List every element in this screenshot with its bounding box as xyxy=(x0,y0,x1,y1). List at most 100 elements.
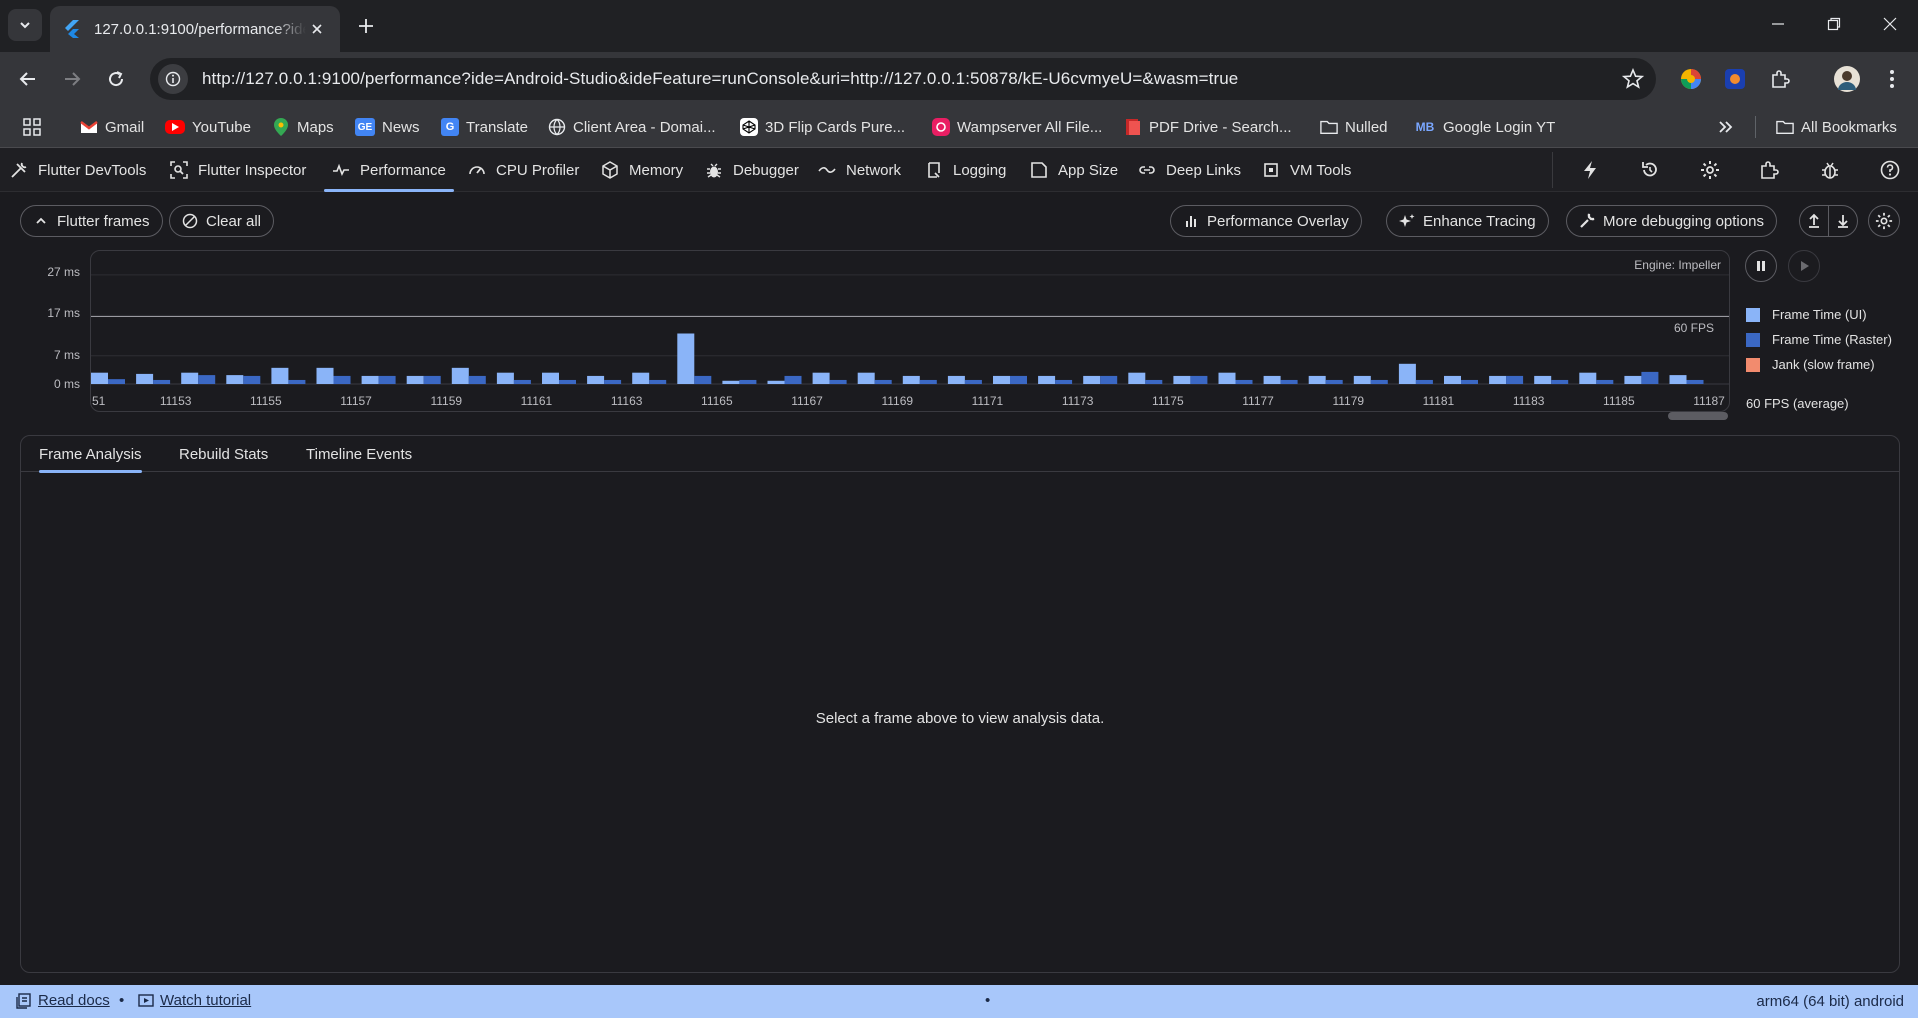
raster-frame-bar[interactable] xyxy=(1145,379,1163,384)
bookmark-folder-nulled[interactable]: Nulled xyxy=(1320,115,1388,139)
ui-frame-bar[interactable] xyxy=(1579,372,1597,384)
ui-frame-bar[interactable] xyxy=(1489,375,1507,384)
raster-frame-bar[interactable] xyxy=(288,379,306,384)
apps-grid-icon[interactable] xyxy=(22,115,42,139)
raster-frame-bar[interactable] xyxy=(1506,375,1524,384)
read-docs-link[interactable]: Read docs xyxy=(16,992,110,1009)
raster-frame-bar[interactable] xyxy=(1551,379,1569,384)
close-icon[interactable] xyxy=(306,18,328,40)
bookmark-maps[interactable]: Maps xyxy=(272,115,334,139)
nav-flutter-devtools[interactable]: Flutter DevTools xyxy=(10,148,146,192)
chart-scrollbar[interactable] xyxy=(1668,412,1728,420)
ui-frame-bar[interactable] xyxy=(632,372,650,384)
nav-logging[interactable]: Logging xyxy=(925,148,1006,192)
nav-deep-links[interactable]: Deep Links xyxy=(1138,148,1241,192)
browser-menu-icon[interactable] xyxy=(1878,65,1906,93)
nav-app-size[interactable]: App Size xyxy=(1030,148,1118,192)
hot-reload-icon[interactable] xyxy=(1578,158,1602,182)
raster-frame-bar[interactable] xyxy=(333,375,351,384)
frame-chart-svg[interactable]: 51 11153 11155 11157 11159 11161 11163 11165 111… xyxy=(91,251,1730,412)
more-debugging-options-button[interactable]: More debugging options xyxy=(1566,205,1777,237)
ui-frame-bar[interactable] xyxy=(406,375,424,384)
screen-capture-extension-icon[interactable] xyxy=(1721,65,1749,93)
raster-frame-bar[interactable] xyxy=(1415,379,1433,384)
bookmark-wampserver[interactable]: Wampserver All File... xyxy=(932,115,1102,139)
ui-frame-bar[interactable] xyxy=(136,373,154,384)
raster-frame-bar[interactable] xyxy=(1190,375,1208,384)
raster-frame-bar[interactable] xyxy=(153,379,171,384)
ui-frame-bar[interactable] xyxy=(947,375,965,384)
ui-frame-bar[interactable] xyxy=(722,380,740,384)
ui-frame-bar[interactable] xyxy=(181,372,199,384)
raster-frame-bar[interactable] xyxy=(1461,379,1478,384)
clear-all-button[interactable]: Clear all xyxy=(169,205,275,237)
nav-network[interactable]: Network xyxy=(818,148,901,192)
raster-frame-bar[interactable] xyxy=(1641,371,1659,384)
raster-frame-bar[interactable] xyxy=(1596,379,1614,384)
raster-frame-bar[interactable] xyxy=(964,379,982,384)
star-icon[interactable] xyxy=(1622,68,1644,90)
tab-rebuild-stats[interactable]: Rebuild Stats xyxy=(179,436,268,472)
raster-frame-bar[interactable] xyxy=(198,375,216,384)
bookmark-client-area[interactable]: Client Area - Domai... xyxy=(548,115,716,139)
extensions-settings-icon[interactable] xyxy=(1757,158,1781,182)
ui-frame-bar[interactable] xyxy=(1398,363,1416,384)
ui-frame-bar[interactable] xyxy=(271,367,289,384)
raster-frame-bar[interactable] xyxy=(694,375,712,384)
raster-frame-bar[interactable] xyxy=(243,375,261,384)
raster-frame-bar[interactable] xyxy=(649,379,667,384)
back-button[interactable] xyxy=(12,63,44,95)
watch-tutorial-link[interactable]: Watch tutorial xyxy=(138,992,251,1009)
raster-frame-bar[interactable] xyxy=(874,379,892,384)
browser-tab-active[interactable]: 127.0.0.1:9100/performance?ide=Android-S… xyxy=(50,6,340,52)
restore-button[interactable] xyxy=(1814,8,1854,40)
settings-gear-icon[interactable] xyxy=(1698,158,1722,182)
new-tab-button[interactable] xyxy=(352,12,380,40)
all-bookmarks[interactable]: All Bookmarks xyxy=(1776,115,1897,139)
bookmark-youtube[interactable]: YouTube xyxy=(165,115,251,139)
raster-frame-bar[interactable] xyxy=(1325,379,1343,384)
ui-frame-bar[interactable] xyxy=(587,375,605,384)
raster-frame-bar[interactable] xyxy=(784,375,802,384)
ui-frame-bar[interactable] xyxy=(1218,372,1236,384)
raster-frame-bar[interactable] xyxy=(108,379,125,384)
bug-report-icon[interactable] xyxy=(1818,158,1842,182)
ui-frame-bar[interactable] xyxy=(1624,375,1642,384)
bookmark-pdf-drive[interactable]: PDF Drive - Search... xyxy=(1124,115,1292,139)
nav-cpu-profiler[interactable]: CPU Profiler xyxy=(468,148,579,192)
raster-frame-bar[interactable] xyxy=(1055,379,1073,384)
ui-frame-bar[interactable] xyxy=(1128,372,1146,384)
minimize-button[interactable] xyxy=(1758,8,1798,40)
ui-frame-bar[interactable] xyxy=(361,375,379,384)
ui-frame-bar[interactable] xyxy=(226,375,244,384)
forward-button[interactable] xyxy=(56,63,88,95)
raster-frame-bar[interactable] xyxy=(1100,375,1118,384)
raster-frame-bar[interactable] xyxy=(1370,379,1388,384)
export-button[interactable] xyxy=(1799,205,1829,237)
pause-button[interactable] xyxy=(1745,250,1777,282)
ui-frame-bar[interactable] xyxy=(993,375,1010,384)
performance-overlay-button[interactable]: Performance Overlay xyxy=(1170,205,1362,237)
resume-button[interactable] xyxy=(1788,250,1820,282)
ui-frame-bar[interactable] xyxy=(316,367,334,384)
site-info-icon[interactable] xyxy=(158,64,188,94)
nav-debugger[interactable]: Debugger xyxy=(705,148,799,192)
raster-frame-bar[interactable] xyxy=(378,375,396,384)
ui-frame-bar[interactable] xyxy=(1038,375,1056,384)
raster-frame-bar[interactable] xyxy=(739,379,757,384)
raster-frame-bar[interactable] xyxy=(423,375,441,384)
import-button[interactable] xyxy=(1828,205,1858,237)
color-picker-extension-icon[interactable] xyxy=(1677,65,1705,93)
bookmark-google-login-yt[interactable]: MB Google Login YT xyxy=(1414,115,1556,139)
extensions-puzzle-icon[interactable] xyxy=(1766,65,1794,93)
hot-restart-icon[interactable] xyxy=(1638,158,1662,182)
ui-frame-bar[interactable] xyxy=(91,372,108,384)
close-window-button[interactable] xyxy=(1870,8,1910,40)
ui-frame-bar[interactable] xyxy=(542,372,559,384)
nav-vm-tools[interactable]: VM Tools xyxy=(1262,148,1351,192)
tab-frame-analysis[interactable]: Frame Analysis xyxy=(39,436,142,473)
raster-frame-bar[interactable] xyxy=(1010,375,1027,384)
ui-frame-bar[interactable] xyxy=(1534,375,1552,384)
ui-frame-bar[interactable] xyxy=(1083,375,1101,384)
bookmark-gmail[interactable]: Gmail xyxy=(80,115,144,139)
